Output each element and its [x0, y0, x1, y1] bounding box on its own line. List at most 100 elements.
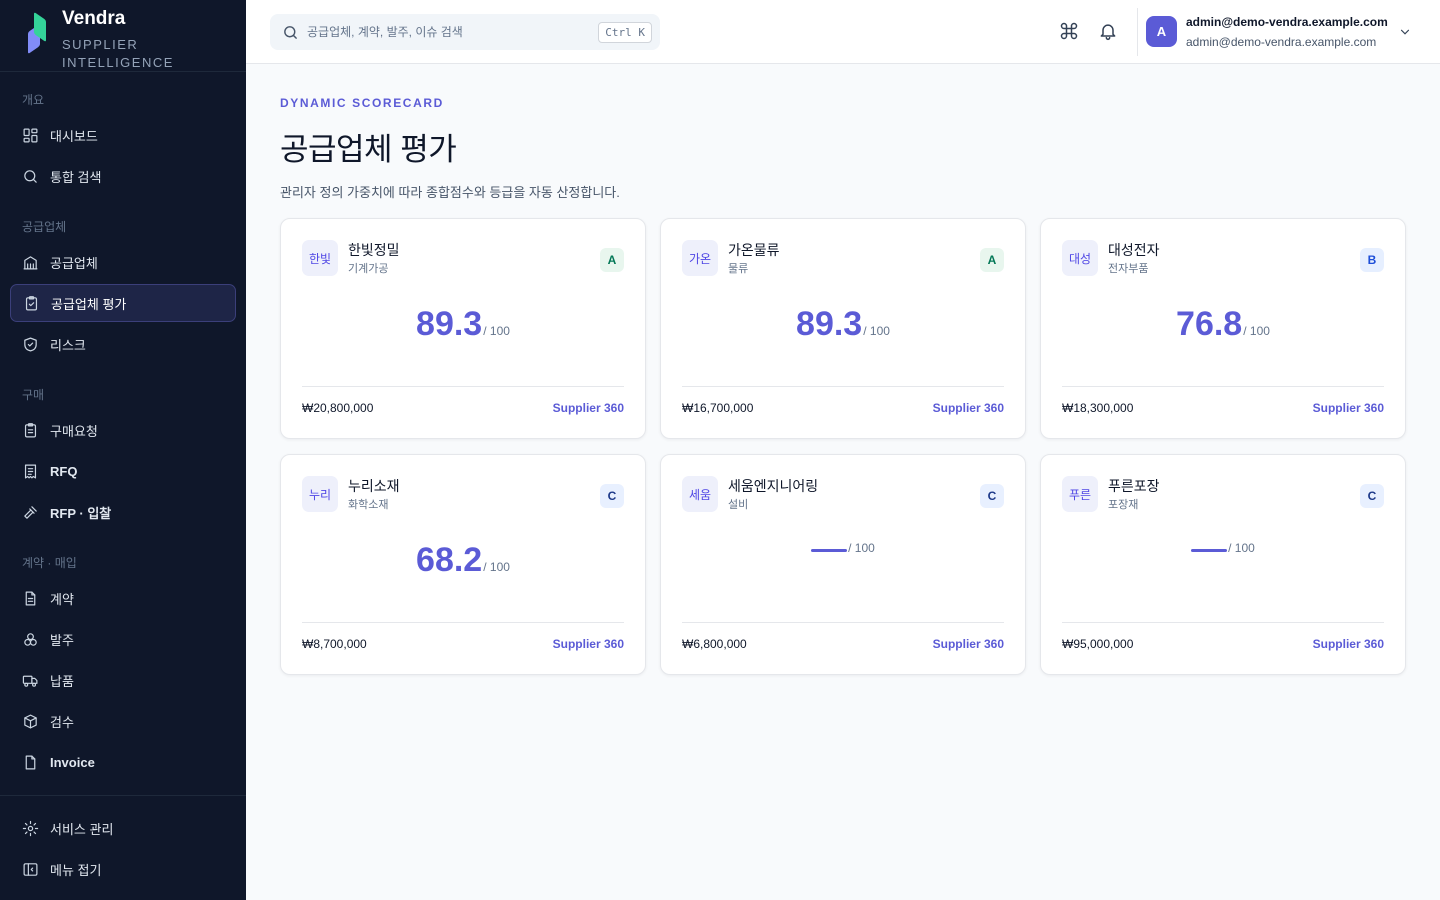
score-max: / 100	[863, 324, 890, 338]
purchase-amount: ₩20,800,000	[302, 401, 374, 415]
sidebar-item-contract[interactable]: 계약	[10, 579, 236, 617]
supplier-card[interactable]: 세움 세움엔지니어링 설비 C / 100 ₩6,800,000 Supplie…	[660, 454, 1026, 675]
sidebar-item-label: 계약	[50, 591, 74, 607]
nav-section-label: 계약 · 매입	[22, 556, 77, 570]
sidebar-item-inspection[interactable]: 검수	[10, 702, 236, 740]
score-display: 76.8 / 100	[1041, 305, 1405, 344]
page-eyebrow: DYNAMIC SCORECARD	[280, 96, 444, 110]
supplier-360-link[interactable]: Supplier 360	[1313, 637, 1384, 651]
page-title: 공급업체 평가	[280, 132, 457, 167]
clipboard-check-icon	[25, 295, 38, 310]
score-empty-dash	[811, 549, 848, 552]
supplier-abbr-badge: 대성	[1062, 240, 1098, 276]
sidebar-item-label: 검수	[50, 714, 74, 730]
nav-section-label: 개요	[22, 93, 45, 107]
supplier-360-link[interactable]: Supplier 360	[933, 401, 1004, 415]
grade-badge: C	[1360, 484, 1384, 508]
supplier-name: 한빛정밀	[348, 242, 400, 258]
grade-badge: A	[980, 248, 1004, 272]
dashboard-icon	[23, 128, 38, 142]
sidebar-item-service-settings[interactable]: 서비스 관리	[10, 809, 236, 847]
user-menu[interactable]: A admin@demo-vendra.example.com admin@de…	[1146, 15, 1388, 50]
avatar: A	[1146, 16, 1177, 47]
building-icon	[23, 255, 38, 269]
search-shortcut-hint: Ctrl K	[598, 21, 652, 43]
sidebar-item-label: 통합 검색	[50, 169, 102, 185]
supplier-category: 설비	[728, 499, 749, 511]
gear-icon	[22, 820, 39, 836]
brand[interactable]: Vendra SUPPLIER INTELLIGENCE	[0, 0, 246, 72]
collapse-icon	[23, 862, 38, 876]
main-content: DYNAMIC SCORECARD 공급업체 평가 관리자 정의 가중치에 따라…	[280, 64, 1406, 675]
receipt-icon	[24, 464, 37, 478]
grade-badge: A	[600, 248, 624, 272]
supplier-abbr-badge: 푸른	[1062, 476, 1098, 512]
score-display: 89.3 / 100	[281, 305, 645, 344]
topbar-divider	[1137, 8, 1138, 56]
sidebar-item-dashboard[interactable]: 대시보드	[10, 116, 236, 154]
sidebar-item-rfp[interactable]: RFP · 입찰	[10, 493, 236, 531]
sidebar-item-label: 대시보드	[50, 128, 98, 144]
page-subtitle: 관리자 정의 가중치에 따라 종합점수와 등급을 자동 산정합니다.	[280, 185, 620, 200]
supplier-card[interactable]: 가온 가온물류 물류 A 89.3 / 100 ₩16,700,000 Supp…	[660, 218, 1026, 439]
score-max: / 100	[483, 560, 510, 574]
supplier-360-link[interactable]: Supplier 360	[553, 637, 624, 651]
brand-name: Vendra	[62, 8, 126, 29]
sidebar-item-delivery[interactable]: 납품	[10, 661, 236, 699]
sidebar-item-suppliers[interactable]: 공급업체	[10, 243, 236, 281]
sidebar-item-purchase-request[interactable]: 구매요청	[10, 411, 236, 449]
supplier-360-link[interactable]: Supplier 360	[1313, 401, 1384, 415]
total-score: 89.3	[416, 305, 483, 343]
sidebar-item-risk[interactable]: 리스크	[10, 325, 236, 363]
supplier-card[interactable]: 대성 대성전자 전자부품 B 76.8 / 100 ₩18,300,000 Su…	[1040, 218, 1406, 439]
brand-tagline-line-1: SUPPLIER	[62, 37, 139, 52]
sidebar-item-label: 발주	[50, 632, 74, 648]
supplier-360-link[interactable]: Supplier 360	[933, 637, 1004, 651]
score-max: / 100	[1228, 541, 1255, 555]
user-name: admin@demo-vendra.example.com	[1186, 15, 1388, 29]
clipboard-icon	[24, 422, 37, 437]
package-icon	[24, 714, 37, 728]
purchase-amount: ₩16,700,000	[682, 401, 754, 415]
nav-section-label: 공급업체	[22, 220, 67, 234]
score-max: / 100	[1243, 324, 1270, 338]
sidebar-item-invoice[interactable]: Invoice	[10, 743, 236, 781]
supplier-name: 세움엔지니어링	[728, 478, 819, 494]
supplier-card[interactable]: 누리 누리소재 화학소재 C 68.2 / 100 ₩8,700,000 Sup…	[280, 454, 646, 675]
sidebar-bottom: 서비스 관리 메뉴 접기	[0, 795, 246, 888]
score-display: 68.2 / 100	[281, 541, 645, 580]
supplier-card[interactable]: 한빛 한빛정밀 기계가공 A 89.3 / 100 ₩20,800,000 Su…	[280, 218, 646, 439]
supplier-abbr-badge: 가온	[682, 240, 718, 276]
sidebar-item-label: 리스크	[50, 337, 86, 353]
sidebar-item-purchase-order[interactable]: 발주	[10, 620, 236, 658]
sidebar-nav: 개요 대시보드 통합 검색 공급업체 공급업체 공급업체 평가 리스크 구매 구…	[0, 93, 246, 781]
purchase-amount: ₩95,000,000	[1062, 637, 1134, 651]
sidebar-item-rfq[interactable]: RFQ	[10, 452, 236, 490]
sidebar-item-search[interactable]: 통합 검색	[10, 157, 236, 195]
vendra-logo-icon	[26, 11, 54, 55]
supplier-abbr-badge: 세움	[682, 476, 718, 512]
bell-icon[interactable]	[1098, 21, 1118, 41]
invoice-icon	[25, 755, 36, 769]
chevron-down-icon[interactable]	[1398, 25, 1412, 39]
user-email: admin@demo-vendra.example.com	[1186, 35, 1377, 49]
supplier-category: 물류	[728, 263, 749, 275]
purchase-amount: ₩6,800,000	[682, 637, 747, 651]
search-box[interactable]: Ctrl K	[270, 14, 660, 50]
sidebar-item-label: RFQ	[50, 463, 78, 479]
search-icon	[284, 25, 297, 39]
command-icon[interactable]	[1059, 21, 1079, 41]
document-icon	[25, 591, 36, 605]
score-max: / 100	[483, 324, 510, 338]
global-search-input[interactable]	[307, 25, 599, 39]
supplier-360-link[interactable]: Supplier 360	[553, 401, 624, 415]
supplier-card[interactable]: 푸른 푸른포장 포장재 C / 100 ₩95,000,000 Supplier…	[1040, 454, 1406, 675]
grade-badge: C	[980, 484, 1004, 508]
supplier-name: 누리소재	[348, 478, 400, 494]
nav-section-label: 구매	[22, 388, 45, 402]
sidebar-item-label: 서비스 관리	[50, 821, 114, 837]
supplier-name: 가온물류	[728, 242, 780, 258]
sidebar-item-collapse-menu[interactable]: 메뉴 접기	[10, 850, 236, 888]
sidebar-item-supplier-evaluation[interactable]: 공급업체 평가	[10, 284, 236, 322]
grade-badge: B	[1360, 248, 1384, 272]
